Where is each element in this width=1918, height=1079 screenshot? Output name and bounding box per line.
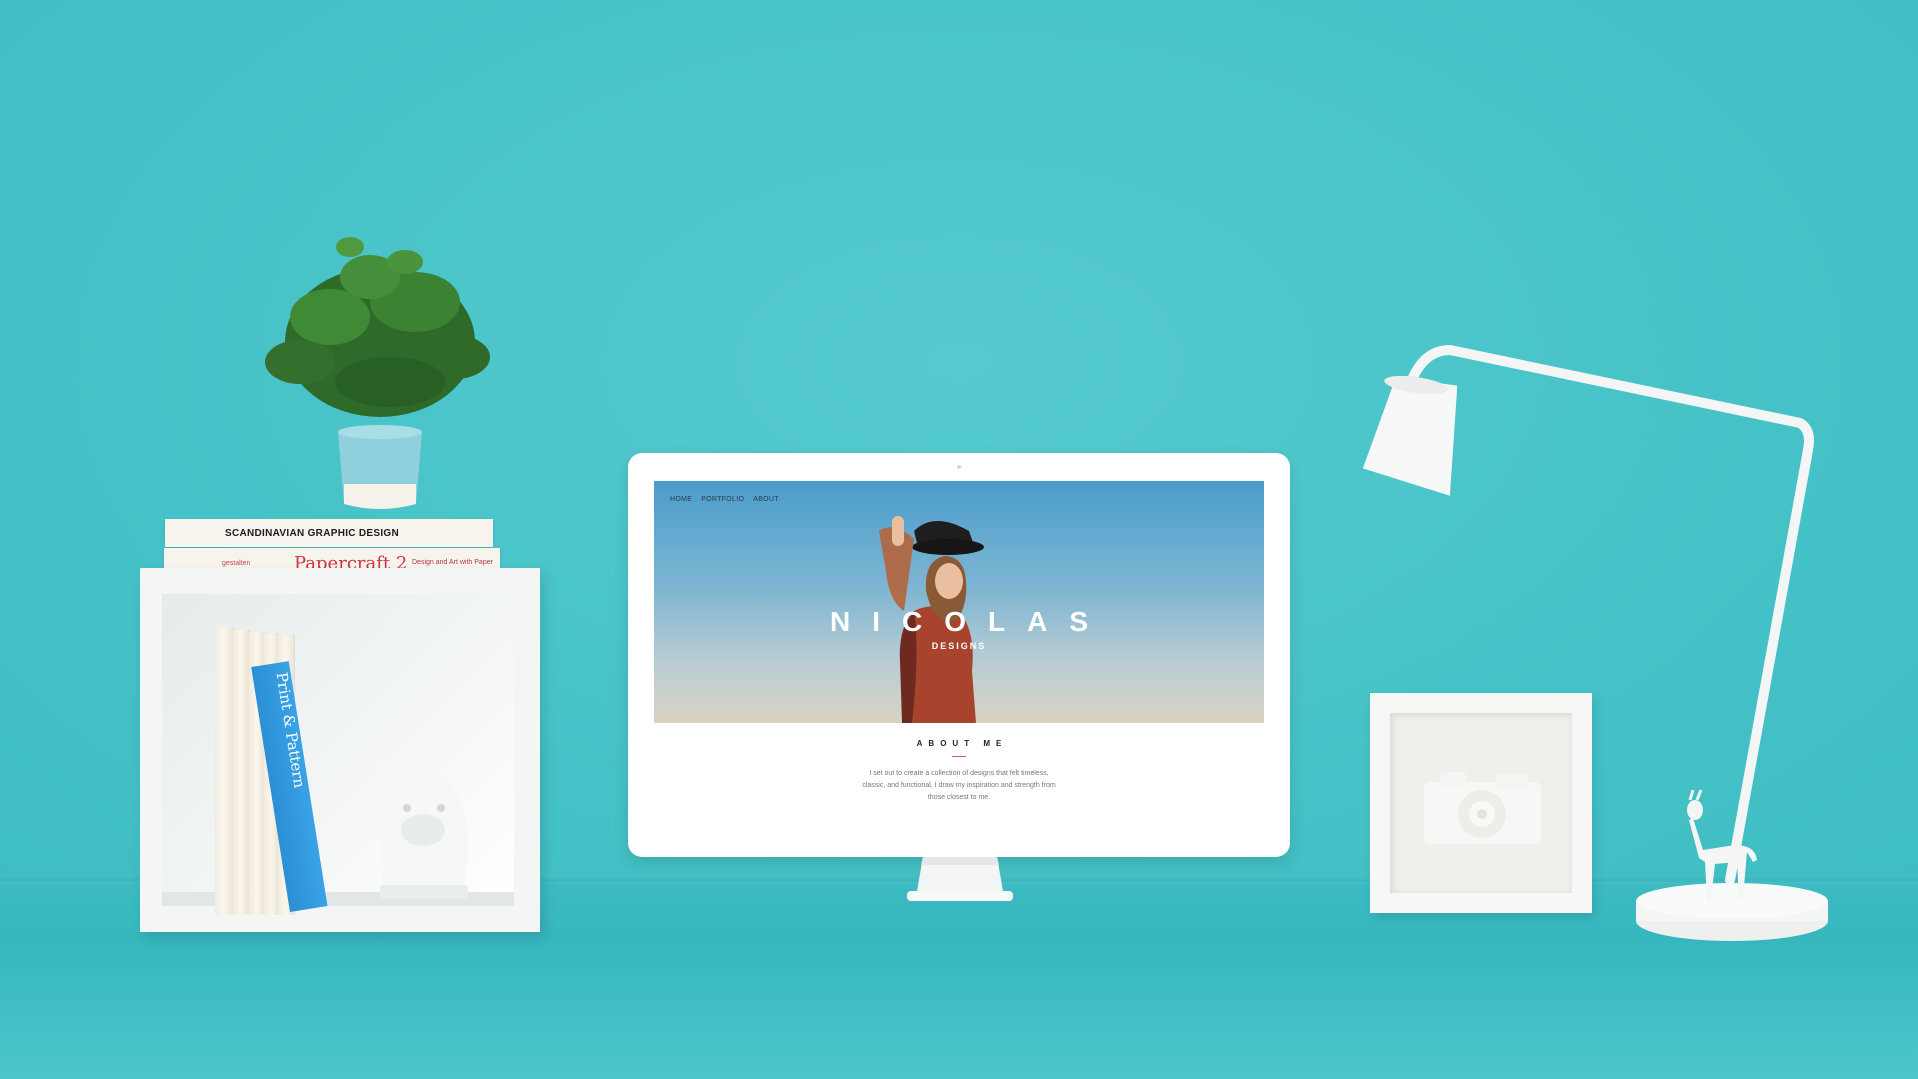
webcam-dot [957, 465, 961, 469]
site-brand-sub: DESIGNS [931, 641, 987, 651]
about-title: ABOUT ME [916, 739, 1008, 748]
cube-shelf [140, 568, 540, 932]
shelf-book [215, 627, 233, 915]
about-text: I set out to create a collection of desi… [862, 770, 1056, 801]
book-publisher: gestalten [222, 560, 251, 567]
shelf-book [233, 630, 249, 915]
deer-figurine [1687, 790, 1757, 900]
monitor-stand [907, 857, 1013, 901]
nav-portfolio[interactable]: PORTFOLIO [701, 496, 744, 503]
book-subtitle: Design and Art with Paper [412, 559, 493, 566]
hero-banner: HOME PORTFOLIO ABOUT NICOLAS DESIGNS [654, 481, 1264, 723]
book-title: SCANDINAVIAN GRAPHIC DESIGN [225, 528, 400, 539]
site-nav: HOME PORTFOLIO ABOUT [670, 496, 779, 503]
plant-pot [265, 237, 490, 509]
nav-about[interactable]: ABOUT [753, 496, 779, 503]
about-divider [952, 756, 966, 757]
seal-bust [380, 771, 468, 899]
plant-leaves [265, 237, 490, 417]
nav-home[interactable]: HOME [670, 496, 692, 503]
website-screen: HOME PORTFOLIO ABOUT NICOLAS DESIGNS ABO… [654, 481, 1264, 825]
book-scandinavian: SCANDINAVIAN GRAPHIC DESIGN [165, 519, 493, 547]
site-brand: NICOLAS [830, 606, 1110, 637]
monitor: HOME PORTFOLIO ABOUT NICOLAS DESIGNS ABO… [628, 453, 1290, 857]
